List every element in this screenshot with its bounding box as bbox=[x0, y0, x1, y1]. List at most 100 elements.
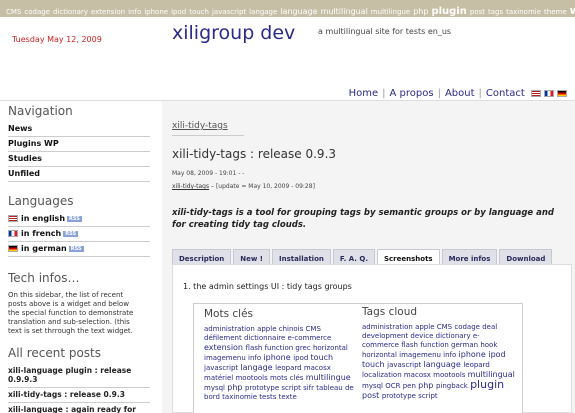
tag-cloud-word[interactable]: german bbox=[451, 341, 480, 349]
nav-a-propos[interactable]: A propos bbox=[390, 88, 434, 99]
tag-cloud-word[interactable]: taxinomie bbox=[222, 393, 259, 401]
top-tag-link[interactable]: plugin bbox=[431, 6, 466, 17]
tag-cloud-word[interactable]: iphone bbox=[263, 353, 293, 362]
tag-cloud-word[interactable]: function bbox=[420, 341, 451, 349]
tag-cloud-word[interactable]: horizontal bbox=[362, 351, 399, 359]
top-tag-link[interactable]: tags bbox=[488, 8, 503, 16]
tag-cloud-word[interactable]: development bbox=[362, 332, 410, 340]
tag-cloud-word[interactable]: sifr bbox=[303, 384, 316, 392]
tag-cloud-word[interactable]: prototype bbox=[382, 392, 418, 400]
tag-cloud-word[interactable]: flash bbox=[246, 344, 265, 352]
tag-cloud-word[interactable]: pingback bbox=[436, 382, 470, 390]
top-tag-link[interactable]: post bbox=[470, 8, 485, 16]
tag-cloud-word[interactable]: device bbox=[410, 332, 435, 340]
rss-icon[interactable]: RSS bbox=[63, 230, 79, 237]
tag-cloud-word[interactable]: script bbox=[418, 392, 438, 400]
tag-cloud-word[interactable]: de bbox=[345, 384, 354, 392]
top-tag-link[interactable]: dictionary bbox=[53, 8, 88, 16]
nav-home[interactable]: Home bbox=[349, 88, 379, 99]
tag-cloud-word[interactable]: script bbox=[281, 384, 303, 392]
tag-cloud-word[interactable]: matériel bbox=[204, 374, 235, 382]
tag-cloud-word[interactable]: touch bbox=[362, 360, 387, 369]
top-tag-link[interactable]: theme bbox=[544, 8, 567, 16]
top-tag-link[interactable]: extension bbox=[91, 8, 125, 16]
tag-cloud-word[interactable]: mots bbox=[270, 374, 290, 382]
tag-cloud-word[interactable]: e-commerce bbox=[288, 334, 332, 342]
tag-cloud-word[interactable]: iphone bbox=[459, 350, 489, 359]
sidebar-item-label[interactable]: Studies bbox=[8, 154, 42, 163]
top-tag-link[interactable]: javascript bbox=[212, 8, 246, 16]
tag-cloud-word[interactable]: mootools bbox=[433, 371, 468, 379]
tag-cloud-word[interactable]: tests bbox=[259, 393, 278, 401]
tag-cloud-word[interactable]: hook bbox=[480, 341, 497, 349]
rss-icon[interactable]: RSS bbox=[67, 215, 82, 222]
tag-cloud-word[interactable]: horizontal bbox=[313, 344, 348, 352]
nav-about[interactable]: About bbox=[445, 88, 475, 99]
top-tag-link[interactable]: php bbox=[413, 7, 428, 16]
tag-cloud-word[interactable]: javascript bbox=[204, 364, 240, 372]
tag-cloud-word[interactable]: extension bbox=[204, 343, 246, 352]
sidebar-item-news[interactable]: News bbox=[8, 122, 150, 137]
tag-cloud-word[interactable]: mootools bbox=[235, 374, 270, 382]
tag-cloud-word[interactable]: php bbox=[227, 383, 245, 392]
tag-cloud-word[interactable]: javascript bbox=[387, 361, 423, 369]
tag-cloud-word[interactable]: plugin bbox=[470, 378, 504, 391]
tag-cloud-word[interactable]: administration bbox=[204, 325, 257, 333]
tag-cloud-word[interactable]: macosx bbox=[404, 371, 433, 379]
tag-cloud-word[interactable]: leopard bbox=[275, 364, 304, 372]
tag-cloud-word[interactable]: CMS bbox=[437, 323, 455, 331]
recent-post-item[interactable]: xili-language plugin : release 0.9.9.3 bbox=[8, 364, 150, 388]
top-tag-link[interactable]: CMS bbox=[6, 8, 21, 16]
tag-cloud-word[interactable]: tableau bbox=[316, 384, 345, 392]
nav-contact[interactable]: Contact bbox=[486, 88, 525, 99]
tag-cloud-word[interactable]: info bbox=[248, 354, 263, 362]
recent-post-item[interactable]: xili-language : again ready for future w… bbox=[8, 403, 150, 413]
flag-en-icon[interactable] bbox=[531, 89, 541, 97]
tag-cloud-word[interactable]: localization bbox=[362, 371, 404, 379]
sidebar-item-studies[interactable]: Studies bbox=[8, 152, 150, 167]
tag-cloud-word[interactable]: bord bbox=[204, 393, 222, 401]
tag-cloud-word[interactable]: post bbox=[362, 391, 382, 400]
sidebar-item-label[interactable]: News bbox=[8, 124, 32, 133]
language-link[interactable]: in english bbox=[21, 214, 65, 223]
tag-cloud-word[interactable]: CMS bbox=[306, 325, 321, 333]
top-tag-link[interactable]: langage bbox=[249, 8, 277, 16]
tag-cloud-word[interactable]: administration bbox=[362, 323, 415, 331]
tag-cloud-word[interactable]: touch bbox=[311, 353, 334, 362]
sidebar-item-plugins-wp[interactable]: Plugins WP bbox=[8, 137, 150, 152]
tag-cloud-word[interactable]: OCR bbox=[385, 382, 403, 390]
language-item-german[interactable]: in german RSS bbox=[8, 242, 150, 257]
flag-fr-icon[interactable] bbox=[544, 89, 554, 97]
tag-cloud-word[interactable]: language bbox=[424, 360, 464, 369]
tag-cloud-word[interactable]: pen bbox=[403, 382, 418, 390]
tag-cloud-word[interactable]: chinois bbox=[279, 325, 306, 333]
tag-cloud-word[interactable]: imagemenu bbox=[399, 351, 443, 359]
site-title[interactable]: xiligroup dev bbox=[172, 22, 295, 44]
tag-cloud-word[interactable]: function bbox=[265, 344, 296, 352]
tag-cloud-word[interactable]: info bbox=[443, 351, 458, 359]
post-tag-link[interactable]: xili-tidy-tags bbox=[172, 183, 209, 190]
tag-cloud-word[interactable]: php bbox=[418, 381, 436, 390]
sidebar-item-label[interactable]: Plugins WP bbox=[8, 139, 59, 148]
tag-cloud-word[interactable]: multilingue bbox=[306, 373, 351, 382]
top-tag-link[interactable]: touch bbox=[189, 8, 209, 16]
sidebar-item-unfiled[interactable]: Unfiled bbox=[8, 167, 150, 182]
tag-cloud-word[interactable]: défilement bbox=[204, 334, 244, 342]
top-tag-link[interactable]: codage bbox=[24, 8, 50, 16]
language-item-french[interactable]: in french RSS bbox=[8, 227, 150, 242]
sidebar-item-label[interactable]: Unfiled bbox=[8, 169, 40, 178]
tag-cloud-word[interactable]: deal bbox=[482, 323, 497, 331]
tag-cloud-word[interactable]: macosx bbox=[304, 364, 331, 372]
tag-cloud-word[interactable]: ipod bbox=[488, 350, 505, 359]
recent-post-item[interactable]: xili-tidy-tags : release 0.9.3 bbox=[8, 388, 150, 403]
tag-cloud-word[interactable]: codage bbox=[454, 323, 482, 331]
tag-cloud-word[interactable]: langage bbox=[240, 363, 275, 372]
tag-cloud-word[interactable]: mysql bbox=[204, 384, 227, 392]
tag-cloud-word[interactable]: apple bbox=[257, 325, 279, 333]
tag-cloud-word[interactable]: texte bbox=[279, 393, 297, 401]
tag-cloud-word[interactable]: flash bbox=[401, 341, 420, 349]
category-link[interactable]: xili-tidy-tags bbox=[172, 121, 228, 131]
top-tag-link[interactable]: language bbox=[280, 7, 317, 16]
tag-cloud-word[interactable]: ipod bbox=[293, 354, 310, 362]
tag-cloud-word[interactable]: grec bbox=[295, 344, 313, 352]
